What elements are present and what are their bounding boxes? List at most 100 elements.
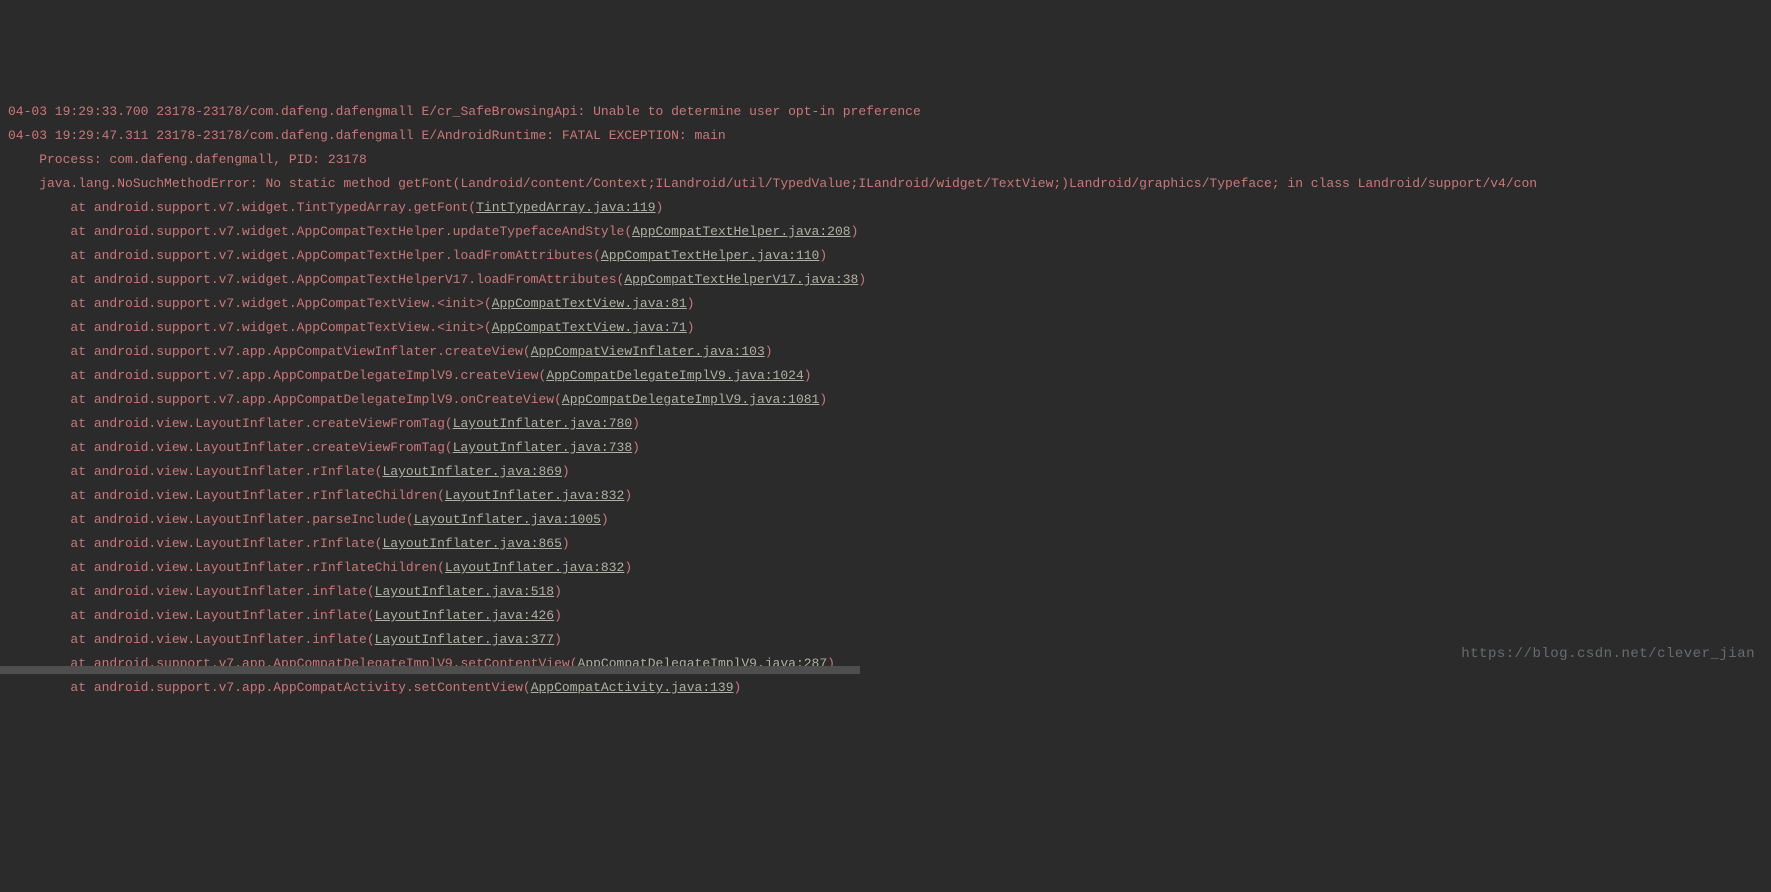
log-text: at android.view.LayoutInflater.rInflate <box>8 536 375 551</box>
source-link[interactable]: LayoutInflater.java:377 <box>375 632 554 647</box>
log-text: at android.support.v7.widget.AppCompatTe… <box>8 320 484 335</box>
paren-open: ( <box>367 584 375 599</box>
paren-close: ) <box>765 344 773 359</box>
paren-close: ) <box>632 416 640 431</box>
source-link[interactable]: LayoutInflater.java:738 <box>453 440 632 455</box>
source-link[interactable]: LayoutInflater.java:518 <box>375 584 554 599</box>
log-line[interactable]: at android.view.LayoutInflater.rInflateC… <box>8 556 1763 580</box>
paren-close: ) <box>624 488 632 503</box>
log-text: at android.view.LayoutInflater.rInflateC… <box>8 488 437 503</box>
paren-open: ( <box>484 320 492 335</box>
log-line[interactable]: at android.view.LayoutInflater.rInflate(… <box>8 532 1763 556</box>
log-text: at android.support.v7.widget.AppCompatTe… <box>8 224 624 239</box>
logcat-output[interactable]: 04-03 19:29:33.700 23178-23178/com.dafen… <box>8 100 1763 700</box>
log-line[interactable]: at android.view.LayoutInflater.inflate(L… <box>8 604 1763 628</box>
paren-open: ( <box>406 512 414 527</box>
log-line[interactable]: at android.support.v7.app.AppCompatDeleg… <box>8 388 1763 412</box>
log-line[interactable]: at android.support.v7.widget.TintTypedAr… <box>8 196 1763 220</box>
paren-close: ) <box>554 584 562 599</box>
log-text: at android.support.v7.widget.TintTypedAr… <box>8 200 468 215</box>
source-link[interactable]: AppCompatTextView.java:71 <box>492 320 687 335</box>
paren-open: ( <box>468 200 476 215</box>
log-text: at android.view.LayoutInflater.parseIncl… <box>8 512 406 527</box>
log-text: at android.view.LayoutInflater.createVie… <box>8 440 445 455</box>
paren-close: ) <box>804 368 812 383</box>
paren-open: ( <box>484 296 492 311</box>
paren-close: ) <box>858 272 866 287</box>
log-line[interactable]: at android.support.v7.widget.AppCompatTe… <box>8 220 1763 244</box>
log-line[interactable]: java.lang.NoSuchMethodError: No static m… <box>8 172 1763 196</box>
paren-open: ( <box>554 392 562 407</box>
source-link[interactable]: LayoutInflater.java:780 <box>453 416 632 431</box>
log-text: at android.view.LayoutInflater.inflate <box>8 608 367 623</box>
source-link[interactable]: AppCompatDelegateImplV9.java:1024 <box>546 368 803 383</box>
log-line[interactable]: at android.support.v7.widget.AppCompatTe… <box>8 268 1763 292</box>
log-text: 04-03 19:29:33.700 23178-23178/com.dafen… <box>8 104 921 119</box>
log-text: 04-03 19:29:47.311 23178-23178/com.dafen… <box>8 128 726 143</box>
log-text: at android.support.v7.app.AppCompatDeleg… <box>8 392 554 407</box>
paren-close: ) <box>687 296 695 311</box>
log-line[interactable]: at android.view.LayoutInflater.inflate(L… <box>8 580 1763 604</box>
log-text: at android.view.LayoutInflater.inflate <box>8 632 367 647</box>
log-text: Process: com.dafeng.dafengmall, PID: 231… <box>8 152 367 167</box>
paren-open: ( <box>445 440 453 455</box>
source-link[interactable]: LayoutInflater.java:865 <box>382 536 561 551</box>
paren-open: ( <box>437 560 445 575</box>
source-link[interactable]: AppCompatTextView.java:81 <box>492 296 687 311</box>
paren-open: ( <box>523 344 531 359</box>
paren-close: ) <box>554 632 562 647</box>
log-line[interactable]: at android.support.v7.app.AppCompatActiv… <box>8 676 1763 700</box>
horizontal-scrollbar[interactable] <box>0 666 860 674</box>
log-line[interactable]: Process: com.dafeng.dafengmall, PID: 231… <box>8 148 1763 172</box>
paren-close: ) <box>624 560 632 575</box>
log-line[interactable]: at android.support.v7.widget.AppCompatTe… <box>8 292 1763 316</box>
paren-close: ) <box>554 608 562 623</box>
log-line[interactable]: 04-03 19:29:47.311 23178-23178/com.dafen… <box>8 124 1763 148</box>
source-link[interactable]: LayoutInflater.java:1005 <box>414 512 601 527</box>
log-line[interactable]: at android.view.LayoutInflater.rInflate(… <box>8 460 1763 484</box>
log-text: at android.support.v7.app.AppCompatDeleg… <box>8 368 539 383</box>
paren-close: ) <box>656 200 664 215</box>
source-link[interactable]: LayoutInflater.java:869 <box>382 464 561 479</box>
paren-close: ) <box>851 224 859 239</box>
source-link[interactable]: AppCompatViewInflater.java:103 <box>531 344 765 359</box>
paren-open: ( <box>624 224 632 239</box>
log-text: at android.view.LayoutInflater.rInflateC… <box>8 560 437 575</box>
paren-close: ) <box>632 440 640 455</box>
log-text: at android.support.v7.widget.AppCompatTe… <box>8 296 484 311</box>
paren-close: ) <box>601 512 609 527</box>
watermark-text: https://blog.csdn.net/clever_jian <box>1461 642 1755 666</box>
log-line[interactable]: at android.support.v7.widget.AppCompatTe… <box>8 244 1763 268</box>
source-link[interactable]: TintTypedArray.java:119 <box>476 200 655 215</box>
paren-open: ( <box>445 416 453 431</box>
log-line[interactable]: at android.support.v7.app.AppCompatDeleg… <box>8 364 1763 388</box>
log-line[interactable]: at android.view.LayoutInflater.createVie… <box>8 436 1763 460</box>
paren-close: ) <box>819 392 827 407</box>
log-text: at android.support.v7.widget.AppCompatTe… <box>8 248 593 263</box>
log-text: at android.support.v7.widget.AppCompatTe… <box>8 272 617 287</box>
log-text: at android.view.LayoutInflater.inflate <box>8 584 367 599</box>
paren-close: ) <box>819 248 827 263</box>
log-line[interactable]: at android.view.LayoutInflater.parseIncl… <box>8 508 1763 532</box>
paren-close: ) <box>734 680 742 695</box>
paren-open: ( <box>593 248 601 263</box>
source-link[interactable]: AppCompatActivity.java:139 <box>531 680 734 695</box>
source-link[interactable]: LayoutInflater.java:832 <box>445 560 624 575</box>
paren-open: ( <box>523 680 531 695</box>
source-link[interactable]: LayoutInflater.java:832 <box>445 488 624 503</box>
log-line[interactable]: at android.view.LayoutInflater.rInflateC… <box>8 484 1763 508</box>
log-line[interactable]: at android.support.v7.widget.AppCompatTe… <box>8 316 1763 340</box>
source-link[interactable]: LayoutInflater.java:426 <box>375 608 554 623</box>
source-link[interactable]: AppCompatTextHelper.java:208 <box>632 224 850 239</box>
log-text: at android.support.v7.app.AppCompatViewI… <box>8 344 523 359</box>
source-link[interactable]: AppCompatDelegateImplV9.java:1081 <box>562 392 819 407</box>
paren-close: ) <box>562 464 570 479</box>
log-line[interactable]: 04-03 19:29:33.700 23178-23178/com.dafen… <box>8 100 1763 124</box>
log-line[interactable]: at android.support.v7.app.AppCompatViewI… <box>8 340 1763 364</box>
paren-open: ( <box>437 488 445 503</box>
log-line[interactable]: at android.view.LayoutInflater.createVie… <box>8 412 1763 436</box>
paren-close: ) <box>687 320 695 335</box>
source-link[interactable]: AppCompatTextHelper.java:110 <box>601 248 819 263</box>
source-link[interactable]: AppCompatTextHelperV17.java:38 <box>624 272 858 287</box>
paren-open: ( <box>367 632 375 647</box>
